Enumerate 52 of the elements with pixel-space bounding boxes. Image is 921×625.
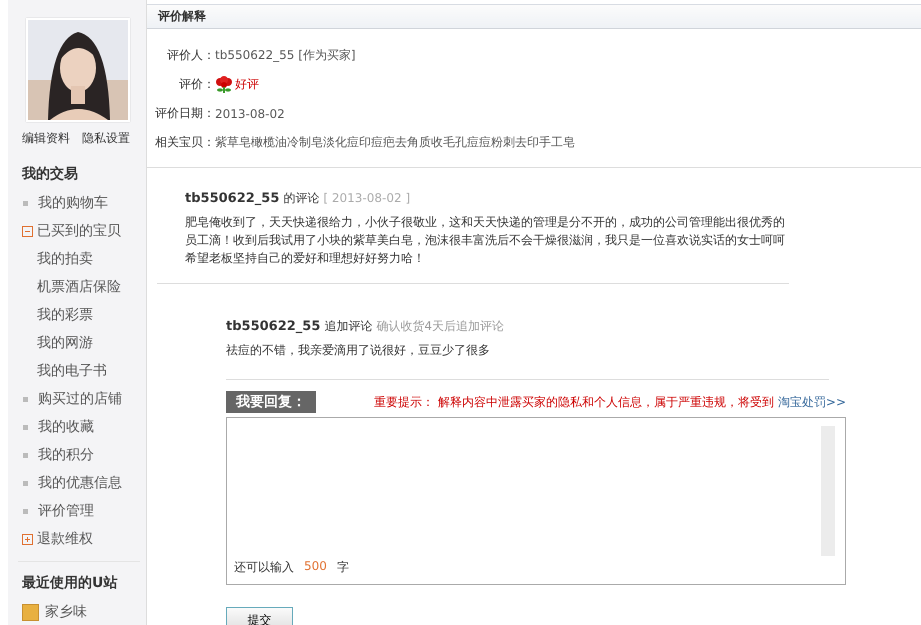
append-label: 追加评论	[324, 318, 372, 335]
sidebar-item[interactable]: 退款维权	[37, 530, 93, 548]
expand-icon[interactable]	[22, 534, 33, 544]
sidebar-item[interactable]: 我的优惠信息	[38, 474, 122, 492]
sidebar-item[interactable]: 机票酒店保险	[37, 278, 121, 296]
collapse-icon[interactable]	[22, 226, 33, 236]
bullet-icon	[23, 508, 28, 514]
sidebar-item[interactable]: 已买到的宝贝	[37, 222, 121, 240]
field-value: 紫草皂橄榄油冷制皂淡化痘印痘疤去角质收毛孔痘痘粉刺去印手工皂	[215, 134, 575, 151]
bullet-icon	[23, 424, 28, 430]
rating-value: 好评	[235, 76, 259, 93]
sidebar-item[interactable]: 我的网游	[37, 334, 93, 352]
append-text: 祛痘的不错，我亲爱滴用了说很好，豆豆少了很多	[226, 342, 491, 359]
section-title: 最近使用的U站	[22, 574, 118, 592]
user-name: tb550622_55	[185, 191, 280, 206]
user-name: tb550622_55	[226, 319, 320, 334]
profile-link[interactable]: 编辑资料	[22, 130, 70, 147]
sidebar-item[interactable]: 家乡味	[45, 603, 87, 621]
section-title: 我的交易	[22, 165, 79, 183]
append-note: 确认收货4天后追加评论	[376, 318, 504, 335]
reply-heading: 我要回复：	[226, 391, 316, 413]
field-value: tb550622_55 [作为买家]	[215, 47, 356, 64]
sidebar-item[interactable]: 我的拍卖	[37, 250, 93, 268]
sidebar-item[interactable]: 评价管理	[38, 502, 94, 520]
sidebar-item[interactable]: 我的彩票	[37, 306, 93, 324]
bullet-icon	[23, 200, 28, 206]
warning-text: 重要提示： 解释内容中泄露买家的隐私和个人信息，属于严重违规，将受到	[374, 394, 774, 408]
sidebar-item[interactable]: 购买过的店铺	[38, 390, 122, 408]
reply-field[interactable]: 还可以输入 500 字	[226, 417, 846, 585]
site-icon[interactable]	[22, 604, 39, 620]
counter-label: 还可以输入	[234, 559, 294, 576]
char-count: 500	[304, 559, 327, 575]
flower-icon	[215, 76, 233, 94]
sidebar-item[interactable]: 我的电子书	[37, 362, 107, 380]
field-value: 2013-08-02	[215, 106, 285, 120]
sidebar-item[interactable]: 我的收藏	[38, 418, 94, 436]
panel-title: 评价解释	[147, 4, 921, 29]
field-label: 评价日期：	[154, 105, 215, 122]
bullet-icon	[23, 480, 28, 486]
sidebar-item[interactable]: 我的购物车	[38, 194, 108, 212]
field-label: 评价人：	[166, 47, 215, 64]
sidebar-item[interactable]: 我的积分	[38, 446, 94, 464]
comment-date: [ 2013-08-02 ]	[323, 191, 410, 205]
profile-link[interactable]: 隐私设置	[82, 130, 130, 147]
bullet-icon	[23, 396, 28, 402]
field-label: 相关宝贝：	[154, 134, 215, 151]
penalty-link[interactable]: 淘宝处罚>>	[778, 394, 846, 408]
comment-label: 的评论	[283, 190, 320, 207]
bullet-icon	[23, 452, 28, 458]
counter-unit: 字	[336, 559, 349, 576]
field-label: 评价：	[178, 76, 215, 93]
comment-text: 肥皂俺收到了，天天快递很给力，小伙子很敬业，这和天天快递的管理是分不开的，成功的公司管理能出很优秀的员工滴！收到后我试用了小块的紫草美白皂，泡沫很丰富洗后不会干燥很滋润，我只是一位喜欢说实话的女士呵呵希望老板坚持自己的爱好和理想好好努力哈！	[185, 214, 786, 267]
